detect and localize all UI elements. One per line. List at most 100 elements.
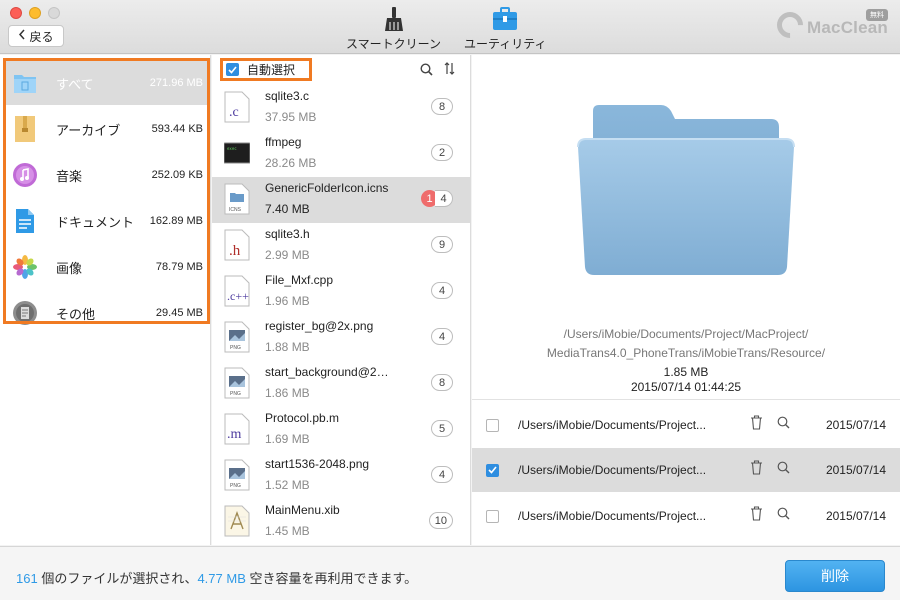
sidebar-item-size: 29.45 MB <box>155 307 203 319</box>
file-name: sqlite3.h <box>265 227 310 241</box>
duplicate-date: 2015/07/14 <box>825 418 886 432</box>
file-name: MainMenu.xib <box>265 503 340 517</box>
duplicate-row-selected[interactable]: /Users/iMobie/Documents/Project... 2015/… <box>472 448 900 492</box>
file-size: 1.69 MB <box>265 432 310 446</box>
file-size: 1.86 MB <box>265 386 310 400</box>
sidebar-item-size: 162.89 MB <box>149 215 203 227</box>
summary-text-part: 個のファイルが選択され、 <box>37 571 198 586</box>
sidebar-item-archive[interactable]: アーカイブ 593.44 KB <box>6 107 207 151</box>
sidebar-item-document[interactable]: ドキュメント 162.89 MB <box>6 199 207 243</box>
file-list-header: 自動選択 <box>212 55 470 85</box>
sidebar-item-other[interactable]: その他 29.45 MB <box>6 291 207 335</box>
app-logo: MacClean 無料 <box>771 6 888 44</box>
png-file-icon: PNG <box>224 367 250 399</box>
preview-pane: /Users/iMobie/Documents/Project/MacProje… <box>472 55 900 545</box>
toolbar-smart-clean-label: スマートクリーン <box>346 37 442 51</box>
title-bar: 戻る スマートクリーン ユーティリティ MacClean 無料 <box>0 0 900 54</box>
back-button[interactable]: 戻る <box>8 25 64 47</box>
file-size: 28.26 MB <box>265 156 317 170</box>
delete-button[interactable]: 削除 <box>785 560 885 592</box>
file-row[interactable]: exec ffmpeg 28.26 MB 2 <box>212 131 470 177</box>
all-files-icon <box>12 68 38 98</box>
search-icon[interactable] <box>420 63 433 81</box>
preview-file-size: 1.85 MB <box>663 365 709 379</box>
music-icon <box>12 160 38 190</box>
toolbar-smart-clean[interactable]: スマートクリーン <box>346 6 441 52</box>
free-badge: 無料 <box>866 9 888 21</box>
png-file-icon: PNG <box>224 321 250 353</box>
duplicate-count-badge: 5 <box>431 420 453 437</box>
duplicate-count-badge: 8 <box>431 374 453 391</box>
photos-icon <box>12 252 38 282</box>
svg-text:.c++: .c++ <box>227 289 249 303</box>
reveal-search-icon[interactable] <box>777 507 790 525</box>
trash-icon[interactable] <box>750 506 763 526</box>
checkbox-checked-icon <box>226 63 239 76</box>
toolbar-utility-label: ユーティリティ <box>464 37 547 51</box>
svg-text:PNG: PNG <box>230 391 241 397</box>
svg-text:PNG: PNG <box>230 483 241 489</box>
duplicate-path: /Users/iMobie/Documents/Project... <box>518 463 707 477</box>
file-row-selected[interactable]: ICNS GenericFolderIcon.icns 7.40 MB 1 4 <box>212 177 470 223</box>
minimize-window-button[interactable] <box>29 7 41 19</box>
file-size: 37.95 MB <box>265 110 317 124</box>
file-row[interactable]: PNG start_background@2… 1.86 MB 8 <box>212 361 470 407</box>
duplicate-count-badge: 2 <box>431 144 453 161</box>
reveal-search-icon[interactable] <box>777 461 790 479</box>
file-name: GenericFolderIcon.icns <box>265 181 389 195</box>
freed-space-size: 4.77 MB <box>197 571 246 586</box>
file-row[interactable]: .c++ File_Mxf.cpp 1.96 MB 4 <box>212 269 470 315</box>
sidebar-item-label: 画像 <box>56 260 83 276</box>
file-size: 2.99 MB <box>265 248 310 262</box>
duplicate-row[interactable]: /Users/iMobie/Documents/Project... 2015/… <box>472 494 900 538</box>
duplicate-checkbox[interactable] <box>486 463 499 477</box>
svg-text:.m: .m <box>227 427 242 442</box>
brand-name: MacClean <box>807 18 888 37</box>
duplicate-row[interactable]: /Users/iMobie/Documents/Project... 2015/… <box>472 403 900 447</box>
toolbox-icon <box>492 6 518 32</box>
sort-icon[interactable] <box>444 62 455 78</box>
auto-select-label: 自動選択 <box>247 63 296 77</box>
close-window-button[interactable] <box>10 7 22 19</box>
duplicate-count-badge: 4 <box>431 328 453 345</box>
other-icon <box>12 298 38 328</box>
reveal-search-icon[interactable] <box>777 416 790 434</box>
sidebar-item-photos[interactable]: 画像 78.79 MB <box>6 245 207 289</box>
sidebar-item-size: 252.09 KB <box>151 169 203 181</box>
preview-path-line: /Users/iMobie/Documents/Project/MacProje… <box>563 327 809 341</box>
broom-icon <box>383 6 405 32</box>
zoom-window-button[interactable] <box>48 7 60 19</box>
file-name: File_Mxf.cpp <box>265 273 334 287</box>
file-size: 1.52 MB <box>265 478 310 492</box>
sidebar-item-label: すべて <box>56 76 94 92</box>
file-row[interactable]: .m Protocol.pb.m 1.69 MB 5 <box>212 407 470 453</box>
svg-text:.c: .c <box>229 105 239 120</box>
chevron-left-icon <box>18 29 26 43</box>
toolbar-utility[interactable]: ユーティリティ <box>464 6 547 52</box>
svg-text:ICNS: ICNS <box>229 207 242 213</box>
trash-icon[interactable] <box>750 460 763 480</box>
sidebar-item-all[interactable]: すべて 271.96 MB <box>6 61 207 105</box>
file-size: 1.88 MB <box>265 340 310 354</box>
trash-icon[interactable] <box>750 415 763 435</box>
file-row[interactable]: PNG start1536-2048.png 1.52 MB 4 <box>212 453 470 499</box>
duplicate-checkbox[interactable] <box>486 509 499 523</box>
sidebar-item-music[interactable]: 音楽 252.09 KB <box>6 153 207 197</box>
duplicate-date: 2015/07/14 <box>825 509 886 523</box>
checkmark-icon <box>488 466 497 474</box>
duplicate-checkbox[interactable] <box>486 418 499 432</box>
file-row[interactable]: MainMenu.xib 1.45 MB 10 <box>212 499 470 545</box>
summary-text-part: 空き容量を再利用できます。 <box>245 571 418 586</box>
file-size: 1.96 MB <box>265 294 310 308</box>
duplicate-path: /Users/iMobie/Documents/Project... <box>518 418 707 432</box>
duplicate-count-badge: 4 <box>431 466 453 483</box>
file-name: Protocol.pb.m <box>265 411 340 425</box>
sidebar-item-label: 音楽 <box>56 168 83 184</box>
sidebar-item-label: ドキュメント <box>56 214 135 230</box>
auto-select-checkbox[interactable]: 自動選択 <box>220 58 312 81</box>
file-row[interactable]: PNG register_bg@2x.png 1.88 MB 4 <box>212 315 470 361</box>
file-row[interactable]: .h sqlite3.h 2.99 MB 9 <box>212 223 470 269</box>
file-row[interactable]: .c sqlite3.c 37.95 MB 8 <box>212 85 470 131</box>
xib-file-icon <box>224 505 250 537</box>
status-footer: 161 個のファイルが選択され、4.77 MB 空き容量を再利用できます。 削除 <box>0 546 900 600</box>
